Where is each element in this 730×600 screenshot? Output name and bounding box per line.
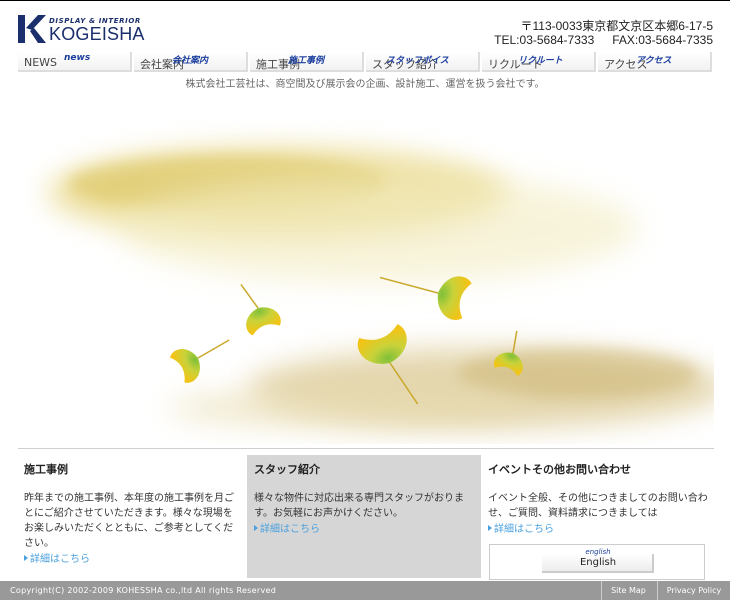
nav-item-recruit[interactable]: リクルート リクルート bbox=[482, 52, 596, 72]
triangle-right-icon bbox=[254, 525, 258, 531]
footer: Copyright(C) 2002-2009 KOHESSHA co.,ltd … bbox=[0, 581, 730, 600]
nav-item-en-label: news bbox=[64, 53, 91, 63]
nav-item-en-label: 施工事例 bbox=[288, 56, 325, 66]
nav-item-access[interactable]: アクセス アクセス bbox=[598, 52, 712, 72]
phone-fax-line: TEL:03-5684-7333 FAX:03-5684-7335 bbox=[494, 33, 713, 47]
link-label: 詳細はこちら bbox=[494, 524, 554, 535]
triangle-right-icon bbox=[488, 525, 492, 531]
copyright-text: Copyright(C) 2002-2009 KOHESSHA co.,ltd … bbox=[10, 586, 277, 595]
nav-item-staff[interactable]: スタッフ紹介 スタッフボイス bbox=[366, 52, 480, 72]
logo-k-mark-icon bbox=[18, 15, 46, 43]
english-label: English bbox=[579, 557, 617, 568]
hero-image-ginkgo bbox=[18, 88, 714, 444]
inquiry-details-link[interactable]: 詳細はこちら bbox=[488, 522, 554, 537]
privacy-policy-link[interactable]: Privacy Policy bbox=[657, 581, 730, 600]
ginkgo-leaf bbox=[240, 283, 281, 336]
triangle-right-icon bbox=[24, 555, 28, 561]
top-border-line bbox=[0, 0, 730, 1]
section-body: 様々な物件に対応出来る専門スタッフがおります。お気軽にお声かけください。 bbox=[254, 493, 464, 519]
nav-item-company[interactable]: 会社案内 会社案内 bbox=[134, 52, 248, 72]
main-nav: NEWS news 会社案内 会社案内 施工事例 施工事例 スタッフ紹介 スタッ… bbox=[18, 52, 714, 72]
nav-item-works[interactable]: 施工事例 施工事例 bbox=[250, 52, 364, 72]
company-contact: 〒113-0033東京都文京区本郷6-17-5 TEL:03-5684-7333… bbox=[494, 19, 713, 47]
hero-divider bbox=[18, 448, 714, 449]
link-label: 詳細はこちら bbox=[260, 524, 320, 535]
ginkgo-leaf bbox=[170, 339, 230, 383]
english-box: english English bbox=[489, 544, 705, 580]
ginkgo-leaves-illustration bbox=[48, 148, 714, 428]
nav-item-en-label: 会社案内 bbox=[172, 56, 209, 66]
section-title: 施工事例 bbox=[24, 463, 68, 476]
logo-name: KOGEISHA bbox=[49, 24, 145, 44]
nav-item-en-label: スタッフボイス bbox=[386, 56, 449, 66]
english-small-label: english bbox=[585, 548, 611, 556]
staff-section: スタッフ紹介 様々な物件に対応出来る専門スタッフがおります。お気軽にお声かけくだ… bbox=[247, 455, 481, 578]
english-button[interactable]: english English bbox=[542, 548, 654, 573]
fax-text: FAX:03-5684-7335 bbox=[612, 33, 713, 47]
link-label: 詳細はこちら bbox=[30, 554, 90, 565]
kogeisha-logo[interactable]: DISPLAY & INTERIOR KOGEISHA bbox=[18, 15, 144, 45]
works-section: 施工事例 昨年までの施工事例、本年度の施工事例を月ごとにご紹介させていただきます… bbox=[24, 455, 240, 578]
nav-item-en-label: アクセス bbox=[636, 56, 672, 66]
nav-item-en-label: リクルート bbox=[518, 56, 563, 66]
works-details-link[interactable]: 詳細はこちら bbox=[24, 552, 90, 567]
section-body: イベント全般、その他につきましてのお問い合わせ、ご質問、資料請求につきましては bbox=[488, 493, 708, 519]
nav-item-label: NEWS bbox=[24, 56, 58, 69]
section-title: イベントその他お問い合わせ bbox=[488, 463, 631, 476]
section-title: スタッフ紹介 bbox=[254, 463, 320, 476]
tel-text: TEL:03-5684-7333 bbox=[494, 33, 595, 47]
section-body: 昨年までの施工事例、本年度の施工事例を月ごとにご紹介させていただきます。様々な現… bbox=[24, 493, 234, 549]
address-text: 〒113-0033東京都文京区本郷6-17-5 bbox=[520, 19, 713, 33]
site-map-link[interactable]: Site Map bbox=[601, 581, 655, 600]
nav-item-news[interactable]: NEWS news bbox=[18, 52, 132, 72]
staff-details-link[interactable]: 詳細はこちら bbox=[254, 522, 320, 537]
